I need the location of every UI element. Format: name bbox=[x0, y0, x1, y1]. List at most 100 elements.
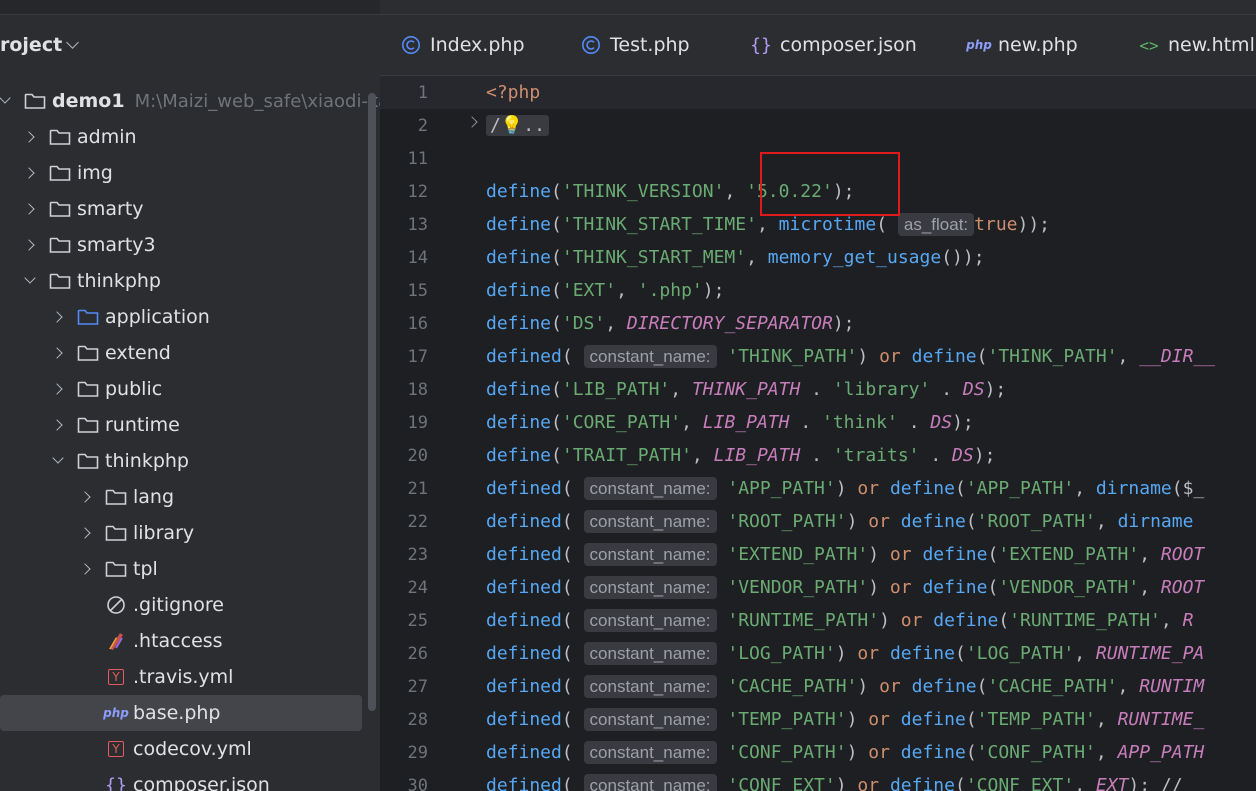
code-line[interactable]: 26 defined( constant_name: 'LOG_PATH') or… bbox=[380, 637, 1256, 670]
code-line[interactable]: 21 defined( constant_name: 'APP_PATH') or… bbox=[380, 472, 1256, 505]
tree-item-gitignore[interactable]: .gitignore bbox=[0, 587, 362, 623]
line-number: 11 bbox=[407, 149, 428, 169]
code-token: ( bbox=[551, 412, 562, 433]
chevron-right-icon[interactable] bbox=[25, 132, 35, 142]
code-line[interactable]: 19 define('CORE_PATH', LIB_PATH . 'think'… bbox=[380, 406, 1256, 439]
tab-composer-json[interactable]: {} composer.json bbox=[750, 15, 917, 75]
code-token: 'VENDOR_PATH' bbox=[716, 577, 869, 598]
code-line[interactable]: 18 define('LIB_PATH', THINK_PATH . 'libra… bbox=[380, 373, 1256, 406]
tab-test-php[interactable]: Test.php bbox=[580, 15, 690, 75]
code-text: /💡.. bbox=[486, 115, 549, 136]
gitignore-icon bbox=[105, 595, 127, 615]
chevron-right-icon[interactable] bbox=[53, 384, 63, 394]
code-token: define bbox=[922, 577, 988, 598]
code-token: defined bbox=[486, 511, 562, 532]
fold-chevron-icon[interactable] bbox=[466, 116, 478, 128]
tab-new-html[interactable]: <> new.html bbox=[1138, 15, 1255, 75]
chevron-right-icon[interactable] bbox=[81, 492, 91, 502]
tree-item-label: runtime bbox=[105, 414, 180, 436]
tree-item-thinkphp[interactable]: thinkphp bbox=[0, 443, 362, 479]
tree-item-htaccess[interactable]: .htaccess bbox=[0, 623, 362, 659]
code-line[interactable]: 23 defined( constant_name: 'EXTEND_PATH')… bbox=[380, 538, 1256, 571]
chevron-down-icon[interactable] bbox=[53, 456, 63, 466]
code-token: 'TEMP_PATH' bbox=[716, 709, 847, 730]
tree-item-travis-yml[interactable]: Y .travis.yml bbox=[0, 659, 362, 695]
class-icon bbox=[400, 35, 422, 55]
chevron-right-icon[interactable] bbox=[53, 312, 63, 322]
tree-item-label: application bbox=[105, 306, 210, 328]
chevron-right-icon[interactable] bbox=[25, 204, 35, 214]
code-token: define bbox=[933, 610, 999, 631]
code-token: 'CACHE_PATH' bbox=[716, 676, 858, 697]
tab-new-php[interactable]: php new.php bbox=[966, 15, 1078, 75]
code-line[interactable]: 28 defined( constant_name: 'TEMP_PATH') o… bbox=[380, 703, 1256, 736]
code-text: defined( constant_name: 'CONF_PATH') or … bbox=[486, 741, 1204, 764]
tree-item-application[interactable]: application bbox=[0, 299, 362, 335]
code-token: or bbox=[889, 577, 912, 598]
code-text: define('DS', DIRECTORY_SEPARATOR); bbox=[486, 313, 855, 334]
code-line[interactable]: 17 defined( constant_name: 'THINK_PATH') … bbox=[380, 340, 1256, 373]
code-line[interactable]: 29 defined( constant_name: 'CONF_PATH') o… bbox=[380, 736, 1256, 769]
tree-item-codecov-yml[interactable]: Ycodecov.yml bbox=[0, 731, 362, 767]
code-line[interactable]: 25 defined( constant_name: 'RUNTIME_PATH'… bbox=[380, 604, 1256, 637]
tree-item-label: base.php bbox=[133, 702, 221, 724]
code-token: ( bbox=[965, 742, 977, 763]
tree-item-admin[interactable]: admin bbox=[0, 119, 362, 155]
project-scrollbar[interactable] bbox=[368, 93, 376, 711]
tree-item-lang[interactable]: lang bbox=[0, 479, 362, 515]
code-line[interactable]: 14 define('THINK_START_MEM', memory_get_u… bbox=[380, 241, 1256, 274]
tree-item-smarty[interactable]: smarty bbox=[0, 191, 362, 227]
tree-item-thinkphp[interactable]: thinkphp bbox=[0, 263, 362, 299]
code-token: ( bbox=[561, 478, 584, 499]
code-line[interactable]: 30 defined( constant_name: 'CONF_EXT') or… bbox=[380, 769, 1256, 791]
tree-item-smarty3[interactable]: smarty3 bbox=[0, 227, 362, 263]
tree-item-base-php[interactable]: php base.php bbox=[0, 695, 362, 731]
code-token: , bbox=[1074, 478, 1096, 499]
chevron-down-icon[interactable] bbox=[25, 276, 35, 286]
chevron-right-icon[interactable] bbox=[53, 420, 63, 430]
code-line[interactable]: 24 defined( constant_name: 'VENDOR_PATH')… bbox=[380, 571, 1256, 604]
code-line[interactable]: 1 <?php bbox=[380, 76, 1256, 109]
json-icon: {} bbox=[750, 35, 772, 56]
chevron-right-icon[interactable] bbox=[25, 240, 35, 250]
line-number: 25 bbox=[407, 611, 428, 631]
code-line[interactable]: 22 defined( constant_name: 'ROOT_PATH') o… bbox=[380, 505, 1256, 538]
line-number: 28 bbox=[407, 710, 428, 730]
chevron-right-icon[interactable] bbox=[81, 528, 91, 538]
code-token: define bbox=[911, 676, 977, 697]
folder-icon bbox=[49, 127, 71, 147]
tree-item-runtime[interactable]: runtime bbox=[0, 407, 362, 443]
tree-item-extend[interactable]: extend bbox=[0, 335, 362, 371]
tree-item-demo1[interactable]: demo1 M:\Maizi_web_safe\xiaodi-kaif bbox=[0, 83, 380, 119]
tree-item-library[interactable]: library bbox=[0, 515, 362, 551]
code-line[interactable]: 27 defined( constant_name: 'CACHE_PATH') … bbox=[380, 670, 1256, 703]
code-line[interactable]: 20 define('TRAIT_PATH', LIB_PATH . 'trait… bbox=[380, 439, 1256, 472]
code-token: ( bbox=[551, 247, 562, 268]
chevron-right-icon[interactable] bbox=[53, 348, 63, 358]
code-token: or bbox=[857, 775, 880, 791]
chevron-right-icon[interactable] bbox=[81, 564, 91, 574]
code-token: . bbox=[800, 445, 833, 466]
code-token: defined bbox=[486, 775, 562, 791]
code-line[interactable]: 2 /💡.. bbox=[380, 109, 1256, 142]
tree-item-img[interactable]: img bbox=[0, 155, 362, 191]
tree-item-public[interactable]: public bbox=[0, 371, 362, 407]
chevron-down-icon[interactable] bbox=[0, 96, 10, 106]
tree-item-composer-json[interactable]: {} composer.json bbox=[0, 767, 362, 791]
project-panel-header[interactable]: roject bbox=[0, 31, 80, 59]
code-token: define bbox=[486, 445, 552, 466]
tree-item-tpl[interactable]: tpl bbox=[0, 551, 362, 587]
code-line[interactable]: 15 define('EXT', '.php'); bbox=[380, 274, 1256, 307]
code-token: . bbox=[919, 445, 953, 466]
line-number: 15 bbox=[407, 281, 428, 301]
code-token: or bbox=[857, 478, 880, 499]
parameter-hint: as_float: bbox=[897, 213, 975, 236]
line-number: 26 bbox=[407, 644, 428, 664]
tree-item-label: thinkphp bbox=[105, 450, 189, 472]
tab-index-php[interactable]: Index.php bbox=[400, 15, 525, 75]
code-line[interactable]: 16 define('DS', DIRECTORY_SEPARATOR); bbox=[380, 307, 1256, 340]
chevron-right-icon[interactable] bbox=[25, 168, 35, 178]
